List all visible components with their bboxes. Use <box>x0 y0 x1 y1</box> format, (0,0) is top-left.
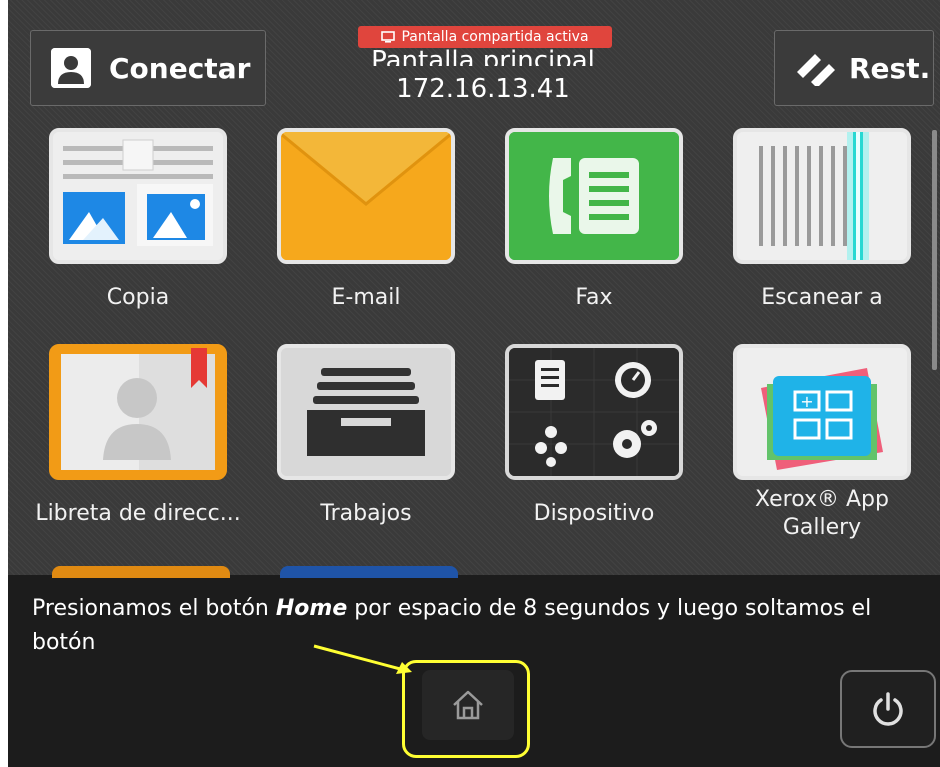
reset-label: Rest. <box>849 51 931 85</box>
app-copy[interactable]: Copia <box>44 128 232 312</box>
caption-text: Presionamos el botón <box>32 596 276 621</box>
fax-icon <box>505 128 683 264</box>
app-tile-partial-blue[interactable] <box>280 566 458 578</box>
connect-button[interactable]: Conectar <box>30 30 266 106</box>
app-label: Escanear a <box>761 285 883 310</box>
screen-share-badge: Pantalla compartida activa <box>358 26 612 48</box>
envelope-icon <box>277 128 455 264</box>
app-gallery[interactable]: + Xerox® App Gallery <box>728 344 916 542</box>
screen-share-icon <box>381 31 396 43</box>
power-button[interactable] <box>840 670 936 748</box>
share-badge-label: Pantalla compartida activa <box>401 29 589 45</box>
app-label: E-mail <box>331 285 401 310</box>
printer-screen: Conectar Pantalla principal 172.16.13.41… <box>8 0 940 767</box>
app-jobs[interactable]: Trabajos <box>272 344 460 528</box>
instruction-caption: Presionamos el botón Home por espacio de… <box>32 592 932 660</box>
address-book-icon <box>49 344 227 480</box>
caption-home-word: Home <box>275 596 348 621</box>
app-label: Xerox® App Gallery <box>755 487 889 540</box>
app-gallery-icon: + <box>733 344 911 480</box>
app-scan[interactable]: Escanear a <box>728 128 916 312</box>
app-tile-partial-orange[interactable] <box>52 566 230 578</box>
app-label: Libreta de direcc... <box>35 501 241 526</box>
jobs-tray-icon <box>277 344 455 480</box>
reset-button[interactable]: Rest. <box>774 30 934 106</box>
home-panel: Conectar Pantalla principal 172.16.13.41… <box>8 0 940 578</box>
copy-icon <box>49 128 227 264</box>
scrollbar[interactable] <box>932 130 937 370</box>
app-email[interactable]: E-mail <box>272 128 460 312</box>
app-label: Copia <box>106 285 170 310</box>
reset-icon <box>797 54 835 86</box>
app-address-book[interactable]: Libreta de direcc... <box>35 344 241 528</box>
power-icon <box>873 692 903 726</box>
scanner-icon <box>733 128 911 264</box>
home-highlight-frame <box>402 660 530 758</box>
app-device[interactable]: Dispositivo <box>500 344 688 528</box>
connect-label: Conectar <box>109 51 251 85</box>
device-icon <box>505 344 683 480</box>
app-label: Dispositivo <box>533 501 655 526</box>
device-address: 172.16.13.41 <box>396 74 570 104</box>
svg-text:+: + <box>800 392 813 411</box>
app-label: Fax <box>575 285 613 310</box>
app-fax[interactable]: Fax <box>500 128 688 312</box>
user-icon <box>51 48 91 88</box>
app-label: Trabajos <box>320 501 412 526</box>
